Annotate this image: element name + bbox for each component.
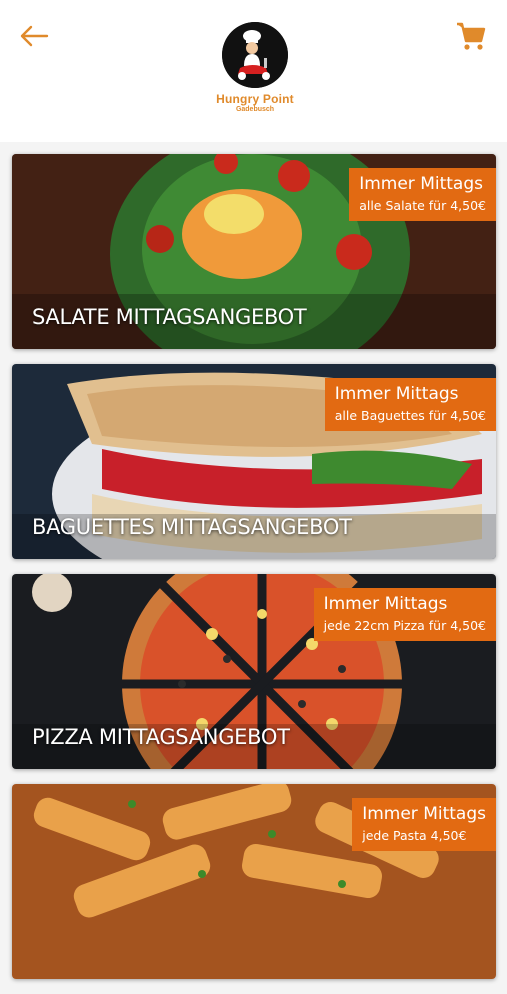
brand-location: Gadebusch — [235, 106, 275, 113]
offer-badge: Immer Mittags alle Salate für 4,50€ — [349, 168, 496, 221]
back-button[interactable] — [14, 20, 54, 52]
offer-card-baguettes[interactable]: Immer Mittags alle Baguettes für 4,50€ B… — [12, 364, 496, 559]
offer-title: SALATE MITTAGSANGEBOT — [32, 305, 307, 329]
offer-list: Immer Mittags alle Salate für 4,50€ SALA… — [12, 154, 496, 994]
cart-button[interactable] — [451, 16, 491, 56]
offer-badge: Immer Mittags alle Baguettes für 4,50€ — [324, 378, 496, 431]
badge-title: Immer Mittags — [362, 804, 486, 824]
badge-subtitle: alle Salate für 4,50€ — [359, 198, 486, 213]
chef-scooter-icon — [222, 22, 288, 88]
badge-title: Immer Mittags — [334, 384, 459, 404]
offer-title: PIZZA MITTAGSANGEBOT — [32, 725, 290, 749]
badge-subtitle: jede 22cm Pizza für 4,50€ — [323, 618, 486, 633]
offer-title: BAGUETTES MITTAGSANGEBOT — [32, 515, 352, 539]
badge-title: Immer Mittags — [323, 594, 448, 614]
shopping-cart-icon — [457, 22, 486, 50]
offer-badge: Immer Mittags jede 22cm Pizza für 4,50€ — [313, 588, 496, 641]
offer-card-pizza[interactable]: Immer Mittags jede 22cm Pizza für 4,50€ … — [12, 574, 496, 769]
brand-logo: Hungry Point Gadebusch — [200, 14, 310, 124]
app-header: Hungry Point Gadebusch — [0, 0, 507, 142]
offer-card-pasta[interactable]: Immer Mittags jede Pasta 4,50€ — [12, 784, 496, 979]
badge-title: Immer Mittags — [359, 174, 483, 194]
brand-name: Hungry Point — [216, 92, 294, 106]
badge-subtitle: alle Baguettes für 4,50€ — [334, 408, 486, 423]
offer-card-salate[interactable]: Immer Mittags alle Salate für 4,50€ SALA… — [12, 154, 496, 349]
badge-subtitle: jede Pasta 4,50€ — [362, 828, 467, 843]
offer-badge: Immer Mittags jede Pasta 4,50€ — [352, 798, 496, 851]
arrow-left-icon — [20, 25, 49, 47]
